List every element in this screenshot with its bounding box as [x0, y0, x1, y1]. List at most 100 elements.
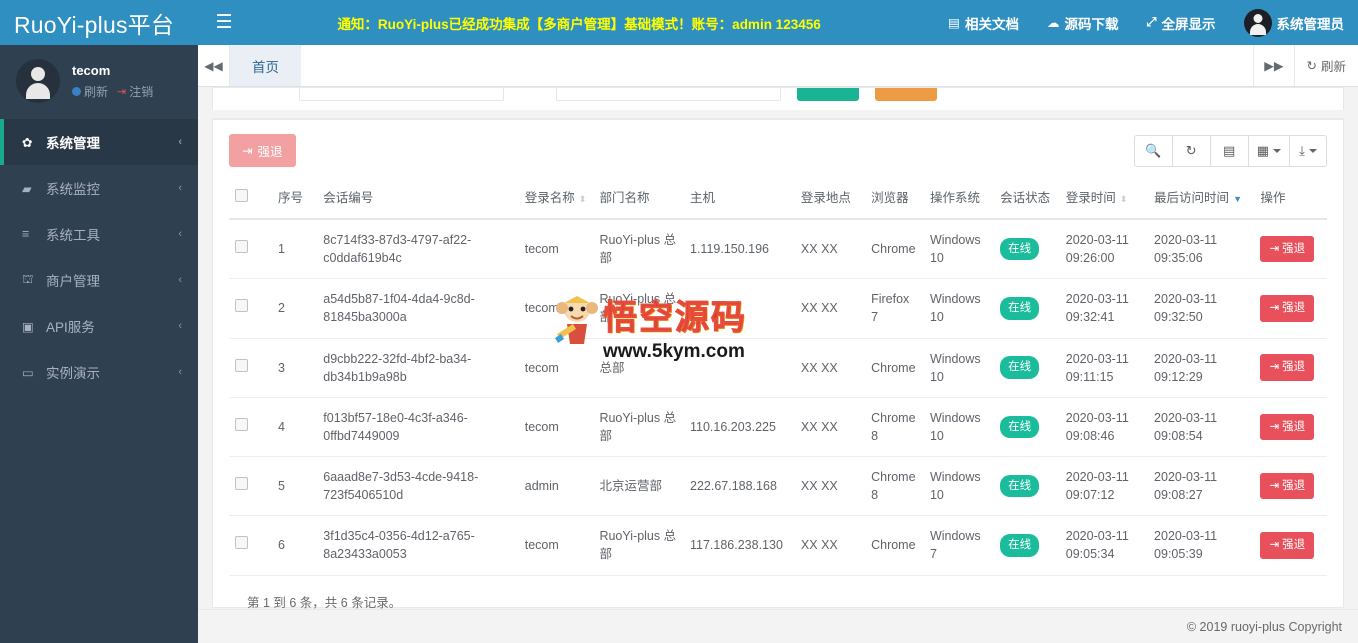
cell-host [684, 278, 795, 339]
logout-icon: ⇥ [117, 85, 127, 98]
columns-icon: ▦ [1256, 142, 1269, 158]
tab-home[interactable]: 首页 [230, 45, 301, 86]
cell-browser: Firefox 7 [865, 278, 924, 339]
col-host[interactable]: 主机 [684, 175, 795, 220]
col-no[interactable]: 序号 [272, 175, 318, 220]
content-area: ⇥ 强退 🔍 ↻ ▤ ▦ ⤓ 序号 会话编号 登录名称 ⬍ 部门名称 主机 登录… [198, 87, 1358, 643]
cell-browser: Chrome 8 [865, 456, 924, 517]
col-login-time[interactable]: 登录时间 ⬍ [1059, 175, 1149, 220]
cell-login-time: 2020-03-11 09:11:15 [1059, 338, 1149, 398]
app-root: RuoYi-plus平台 tecom 刷新 ⇥ 注销 ✿ 系统管理 ‹ ▰ 系统… [0, 0, 1358, 643]
force-logout-row-button[interactable]: ⇥ 强退 [1260, 413, 1315, 441]
top-header: ☰ 通知：RuoYi-plus已经成功集成【多商户管理】基础模式！账号：admi… [198, 0, 1358, 45]
cell-login-name: tecom [518, 515, 594, 576]
cell-login-time: 2020-03-11 09:07:12 [1059, 456, 1149, 517]
sidebar-item-merchant-management[interactable]: ⛫ 商户管理 ‹ [0, 257, 198, 303]
sidebar-nav: ✿ 系统管理 ‹ ▰ 系统监控 ‹ ≡ 系统工具 ‹ ⛫ 商户管理 ‹ ▣ AP [0, 119, 198, 395]
cell-location: XX XX [794, 515, 866, 576]
cell-login-time: 2020-03-11 09:26:00 [1059, 219, 1149, 280]
col-action: 操作 [1254, 175, 1327, 220]
col-location[interactable]: 登录地点 [794, 175, 866, 220]
col-session-id[interactable]: 会话编号 [317, 175, 519, 220]
row-checkbox[interactable] [235, 240, 248, 254]
brand-logo[interactable]: RuoYi-plus平台 [0, 0, 198, 45]
table-row[interactable]: 3 d9cbb222-32fd-4bf2-ba34-db34b1b9a98b t… [229, 338, 1327, 398]
cell-last-access-time: 2020-03-11 09:12:29 [1148, 338, 1255, 398]
page-refresh-button[interactable]: ↻ 刷新 [1295, 45, 1358, 86]
menu-toggle-button[interactable]: ☰ [198, 11, 250, 34]
profile-logout-button[interactable]: ⇥ 注销 [117, 83, 153, 100]
export-icon-button[interactable]: ⤓ [1289, 134, 1327, 167]
cell-browser: Chrome [865, 338, 924, 398]
col-login-name[interactable]: 登录名称 ⬍ [518, 175, 594, 220]
cell-os: Windows 10 [923, 397, 995, 458]
force-logout-bulk-button[interactable]: ⇥ 强退 [229, 134, 296, 167]
force-logout-row-button[interactable]: ⇥ 强退 [1260, 354, 1315, 381]
tab-spacer [301, 45, 1254, 86]
status-badge: 在线 [1000, 297, 1040, 320]
cell-browser: Chrome [865, 515, 924, 576]
cell-browser: Chrome [865, 219, 924, 280]
row-checkbox[interactable] [235, 477, 248, 491]
force-logout-row-label: 强退 [1282, 539, 1306, 552]
col-last-access-time-label: 最后访问时间 [1154, 191, 1230, 205]
row-checkbox[interactable] [235, 417, 248, 431]
search-reset-button[interactable] [875, 88, 937, 101]
tab-scroll-right-button[interactable]: ▶▶ [1254, 45, 1295, 86]
cell-last-access-time: 2020-03-11 09:35:06 [1148, 219, 1255, 280]
col-last-access-time[interactable]: 最后访问时间 ▼ [1148, 175, 1255, 220]
header-link-docs[interactable]: ▤ 相关文档 [948, 13, 1019, 33]
list-view-icon-button[interactable]: ▤ [1209, 134, 1248, 167]
header-link-label: 相关文档 [964, 16, 1019, 32]
force-logout-row-button[interactable]: ⇥ 强退 [1260, 532, 1315, 559]
sidebar-item-system-monitor[interactable]: ▰ 系统监控 ‹ [0, 165, 198, 211]
row-checkbox[interactable] [235, 536, 248, 550]
panel-toolbar: ⇥ 强退 🔍 ↻ ▤ ▦ ⤓ [213, 120, 1343, 175]
header-link-label: 源码下载 [1064, 16, 1119, 32]
sidebar-item-label: 实例演示 [46, 366, 100, 381]
header-user-menu[interactable]: 系统管理员 [1243, 8, 1344, 37]
col-dept[interactable]: 部门名称 [593, 175, 684, 220]
search-submit-button[interactable] [797, 88, 859, 101]
sidebar-item-label: 商户管理 [46, 274, 100, 289]
search-icon: 🔍 [1145, 142, 1162, 158]
cell-no: 6 [272, 515, 318, 576]
cell-dept: RuoYi-plus 总部 [593, 515, 684, 576]
force-logout-row-label: 强退 [1282, 361, 1306, 374]
table-row[interactable]: 1 8c714f33-87d3-4797-af22-c0ddaf619b4c t… [229, 219, 1327, 280]
row-checkbox[interactable] [235, 358, 248, 372]
sidebar-item-system-tools[interactable]: ≡ 系统工具 ‹ [0, 211, 198, 257]
sidebar-item-demo[interactable]: ▭ 实例演示 ‹ [0, 349, 198, 395]
row-checkbox[interactable] [235, 299, 248, 313]
sidebar-item-system-management[interactable]: ✿ 系统管理 ‹ [0, 119, 198, 165]
force-logout-row-button[interactable]: ⇥ 强退 [1260, 295, 1315, 322]
table-row[interactable]: 6 3f1d35c4-0356-4d12-a765-8a23433a0053 t… [229, 515, 1327, 576]
columns-icon-button[interactable]: ▦ [1247, 134, 1289, 167]
col-status[interactable]: 会话状态 [994, 175, 1060, 220]
page-footer: © 2019 ruoyi-plus Copyright [198, 609, 1358, 643]
search-icon-button[interactable]: 🔍 [1133, 134, 1172, 167]
login-name-input[interactable] [299, 88, 504, 101]
cell-dept: 北京运营部 [593, 456, 684, 517]
cell-session-id: d9cbb222-32fd-4bf2-ba34-db34b1b9a98b [317, 338, 519, 398]
cell-dept: 总部 [593, 338, 684, 398]
col-browser[interactable]: 浏览器 [865, 175, 924, 220]
header-link-fullscreen[interactable]: ⤢ 全屏显示 [1146, 13, 1215, 33]
select-all-checkbox[interactable] [235, 188, 248, 202]
profile-refresh-button[interactable]: 刷新 [72, 83, 108, 100]
force-logout-row-button[interactable]: ⇥ 强退 [1260, 472, 1315, 500]
header-link-source-download[interactable]: ☁ 源码下载 [1047, 13, 1119, 33]
sidebar-item-api-service[interactable]: ▣ API服务 ‹ [0, 303, 198, 349]
host-input[interactable] [556, 88, 781, 101]
table-row[interactable]: 4 f013bf57-18e0-4c3f-a346-0ffbd7449009 t… [229, 397, 1327, 458]
tab-bar-actions: ▶▶ ↻ 刷新 [1253, 45, 1358, 86]
tab-scroll-left-button[interactable]: ◀◀ [198, 45, 230, 86]
col-os[interactable]: 操作系统 [923, 175, 995, 220]
refresh-icon-button[interactable]: ↻ [1171, 134, 1210, 167]
table-row[interactable]: 2 a54d5b87-1f04-4da4-9c8d-81845ba3000a t… [229, 278, 1327, 339]
cell-action: ⇥ 强退 [1254, 338, 1327, 398]
force-logout-row-button[interactable]: ⇥ 强退 [1260, 235, 1315, 263]
cell-os: Windows 10 [923, 219, 995, 280]
cloud-download-icon: ☁ [1046, 16, 1060, 30]
table-row[interactable]: 5 6aaad8e7-3d53-4cde-9418-723f5406510d a… [229, 456, 1327, 517]
